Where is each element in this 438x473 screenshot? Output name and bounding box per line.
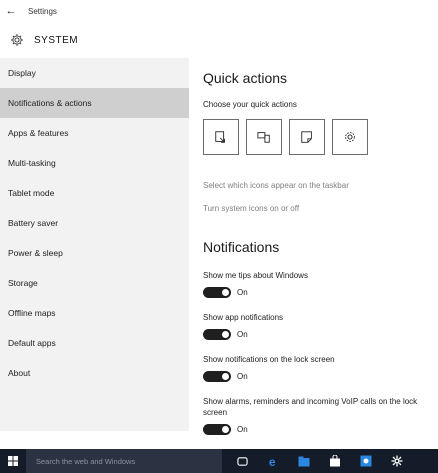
setting-app-notifications: Show app notifications On	[203, 312, 435, 340]
setting-label: Show alarms, reminders and incoming VoIP…	[203, 397, 418, 417]
tablet-mode-icon	[215, 131, 225, 143]
search-placeholder: Search the web and Windows	[36, 456, 136, 466]
quick-action-tile-connect[interactable]	[246, 119, 282, 155]
toggle-state-label: On	[237, 288, 248, 297]
quick-actions-heading: Quick actions	[203, 70, 288, 86]
taskbar-icons-link[interactable]: Select which icons appear on the taskbar	[203, 181, 349, 190]
settings-icon	[345, 132, 355, 142]
window-title: Settings	[28, 6, 57, 16]
settings-icon[interactable]	[386, 449, 408, 473]
sidebar-item-apps-features[interactable]: Apps & features	[0, 118, 189, 148]
sidebar-item-label: Display	[8, 68, 36, 78]
sidebar-item-label: Apps & features	[8, 128, 69, 138]
back-arrow-icon[interactable]: ←	[0, 5, 22, 17]
sidebar-item-label: Default apps	[8, 338, 56, 348]
setting-alarms-voip: Show alarms, reminders and incoming VoIP…	[203, 396, 435, 435]
setting-tips: Show me tips about Windows On	[203, 270, 435, 298]
toggle-state-label: On	[237, 425, 248, 434]
app-icon[interactable]	[355, 449, 377, 473]
sidebar-item-battery-saver[interactable]: Battery saver	[0, 208, 189, 238]
setting-label: Show me tips about Windows	[203, 271, 308, 280]
gear-icon	[6, 33, 28, 47]
system-icons-link[interactable]: Turn system icons on or off	[203, 204, 299, 213]
sidebar-item-about[interactable]: About	[0, 358, 189, 388]
edge-icon[interactable]: e	[262, 449, 284, 473]
sidebar-item-tablet-mode[interactable]: Tablet mode	[0, 178, 189, 208]
title-bar: ← Settings	[0, 0, 438, 22]
sidebar-item-label: Power & sleep	[8, 248, 63, 258]
content-pane: Quick actions Choose your quick actions …	[189, 58, 438, 435]
sidebar-item-multi-tasking[interactable]: Multi-tasking	[0, 148, 189, 178]
toggle-state-label: On	[237, 372, 248, 381]
app-notifications-toggle[interactable]	[203, 329, 231, 340]
quick-actions-subtitle: Choose your quick actions	[203, 100, 297, 109]
setting-lock-screen-notifications: Show notifications on the lock screen On	[203, 354, 435, 382]
note-icon	[301, 131, 312, 143]
sidebar-item-storage[interactable]: Storage	[0, 268, 189, 298]
svg-text:e: e	[268, 455, 275, 468]
taskbar: Search the web and Windows e	[0, 449, 438, 473]
alarms-voip-toggle[interactable]	[203, 424, 231, 435]
tips-toggle[interactable]	[203, 287, 231, 298]
quick-action-tile-tablet-mode[interactable]	[203, 119, 239, 155]
sidebar-item-notifications-actions[interactable]: Notifications & actions	[0, 88, 189, 118]
sidebar-item-default-apps[interactable]: Default apps	[0, 328, 189, 358]
page-title: SYSTEM	[34, 34, 79, 46]
setting-label: Show app notifications	[203, 313, 284, 322]
toggle-state-label: On	[237, 330, 248, 339]
sidebar-item-label: Notifications & actions	[8, 98, 92, 108]
quick-action-tile-settings[interactable]	[332, 119, 368, 155]
connect-icon	[257, 132, 270, 143]
start-button[interactable]	[0, 449, 26, 473]
lock-screen-notifications-toggle[interactable]	[203, 371, 231, 382]
file-explorer-icon[interactable]	[293, 449, 315, 473]
task-view-icon[interactable]	[231, 449, 253, 473]
sidebar-item-label: Tablet mode	[8, 188, 55, 198]
sidebar: Display Notifications & actions Apps & f…	[0, 58, 189, 431]
sidebar-item-label: Storage	[8, 278, 38, 288]
sidebar-item-display[interactable]: Display	[0, 58, 189, 88]
notifications-heading: Notifications	[203, 239, 280, 255]
sidebar-item-label: Offline maps	[8, 308, 56, 318]
windows-logo-icon	[8, 456, 18, 466]
setting-label: Show notifications on the lock screen	[203, 355, 335, 364]
sidebar-item-power-sleep[interactable]: Power & sleep	[0, 238, 189, 268]
page-header: SYSTEM	[0, 22, 438, 58]
sidebar-item-label: About	[8, 368, 31, 378]
quick-action-tiles	[203, 119, 368, 155]
taskbar-search-box[interactable]: Search the web and Windows	[26, 449, 222, 473]
quick-action-tile-note[interactable]	[289, 119, 325, 155]
store-icon[interactable]	[324, 449, 346, 473]
sidebar-item-label: Battery saver	[8, 218, 59, 228]
sidebar-item-label: Multi-tasking	[8, 158, 56, 168]
sidebar-item-offline-maps[interactable]: Offline maps	[0, 298, 189, 328]
